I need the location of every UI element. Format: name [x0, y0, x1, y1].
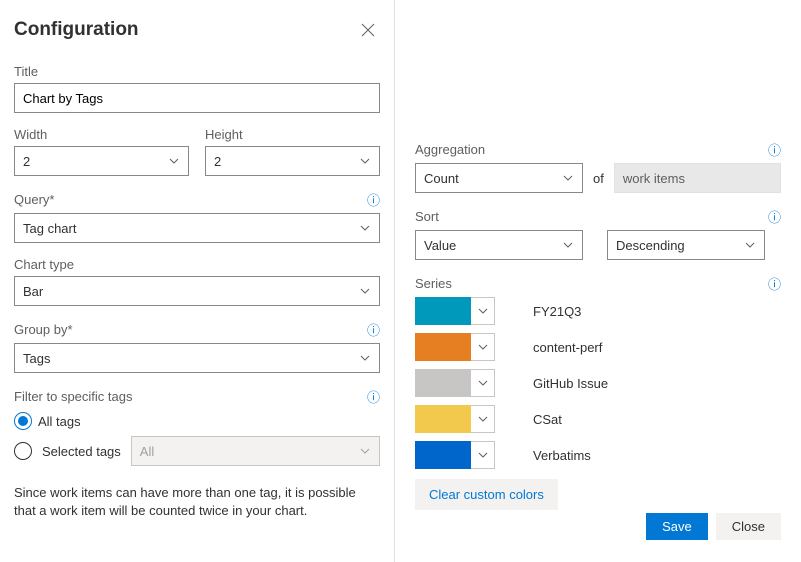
- chevron-down-icon: [359, 352, 371, 364]
- sort-by-value: Value: [424, 238, 456, 253]
- close-button[interactable]: Close: [716, 513, 781, 540]
- info-icon[interactable]: ⓘ: [367, 320, 380, 339]
- chevron-down-icon: [359, 445, 371, 457]
- chart-type-select[interactable]: Bar: [14, 276, 380, 306]
- info-icon[interactable]: ⓘ: [768, 207, 781, 226]
- clear-custom-colors-button[interactable]: Clear custom colors: [415, 479, 558, 510]
- save-button[interactable]: Save: [646, 513, 708, 540]
- of-label: of: [593, 171, 604, 186]
- series-label: Series: [415, 276, 452, 291]
- chevron-down-icon: [359, 285, 371, 297]
- group-by-select[interactable]: Tags: [14, 343, 380, 373]
- aggregation-select[interactable]: Count: [415, 163, 583, 193]
- series-item-label: Verbatims: [533, 448, 591, 463]
- series-row: CSat: [415, 405, 781, 433]
- width-value: 2: [23, 154, 30, 169]
- radio-selected-tags[interactable]: [14, 442, 32, 460]
- aggregation-value: Count: [424, 171, 459, 186]
- color-picker-button[interactable]: [471, 297, 495, 325]
- radio-all-tags[interactable]: [14, 412, 32, 430]
- sort-by-select[interactable]: Value: [415, 230, 583, 260]
- sort-direction-select[interactable]: Descending: [607, 230, 765, 260]
- color-swatch: [415, 297, 471, 325]
- chart-type-value: Bar: [23, 284, 43, 299]
- aggregation-label: Aggregation: [415, 142, 485, 157]
- color-swatch: [415, 441, 471, 469]
- query-label: Query*: [14, 192, 54, 207]
- group-by-label: Group by*: [14, 322, 73, 337]
- radio-all-label: All tags: [38, 414, 81, 429]
- sort-direction-value: Descending: [616, 238, 685, 253]
- sort-label: Sort: [415, 209, 439, 224]
- of-value: work items: [623, 171, 685, 186]
- height-select[interactable]: 2: [205, 146, 380, 176]
- chevron-down-icon: [562, 172, 574, 184]
- chevron-down-icon: [359, 155, 371, 167]
- chevron-down-icon: [744, 239, 756, 251]
- series-row: GitHub Issue: [415, 369, 781, 397]
- tags-select-value: All: [140, 444, 154, 459]
- title-label: Title: [14, 64, 380, 79]
- width-label: Width: [14, 127, 189, 142]
- color-picker-button[interactable]: [471, 441, 495, 469]
- height-value: 2: [214, 154, 221, 169]
- width-select[interactable]: 2: [14, 146, 189, 176]
- close-icon[interactable]: [356, 18, 380, 42]
- color-picker-button[interactable]: [471, 369, 495, 397]
- chart-type-label: Chart type: [14, 257, 380, 272]
- series-row: Verbatims: [415, 441, 781, 469]
- series-item-label: CSat: [533, 412, 562, 427]
- info-icon[interactable]: ⓘ: [367, 387, 380, 406]
- chevron-down-icon: [359, 222, 371, 234]
- color-swatch: [415, 369, 471, 397]
- color-swatch: [415, 333, 471, 361]
- query-value: Tag chart: [23, 221, 76, 236]
- series-row: content-perf: [415, 333, 781, 361]
- info-icon[interactable]: ⓘ: [768, 140, 781, 159]
- dialog-title: Configuration: [14, 19, 139, 41]
- group-by-value: Tags: [23, 351, 50, 366]
- radio-selected-label: Selected tags: [42, 444, 121, 459]
- series-item-label: content-perf: [533, 340, 602, 355]
- series-item-label: FY21Q3: [533, 304, 581, 319]
- of-field: work items: [614, 163, 781, 193]
- series-item-label: GitHub Issue: [533, 376, 608, 391]
- title-input[interactable]: [14, 83, 380, 113]
- series-row: FY21Q3: [415, 297, 781, 325]
- filter-note: Since work items can have more than one …: [14, 484, 380, 520]
- height-label: Height: [205, 127, 380, 142]
- chevron-down-icon: [562, 239, 574, 251]
- chevron-down-icon: [168, 155, 180, 167]
- info-icon[interactable]: ⓘ: [768, 274, 781, 293]
- query-select[interactable]: Tag chart: [14, 213, 380, 243]
- color-swatch: [415, 405, 471, 433]
- color-picker-button[interactable]: [471, 405, 495, 433]
- filter-label: Filter to specific tags: [14, 389, 133, 404]
- tags-select: All: [131, 436, 380, 466]
- info-icon[interactable]: ⓘ: [367, 190, 380, 209]
- color-picker-button[interactable]: [471, 333, 495, 361]
